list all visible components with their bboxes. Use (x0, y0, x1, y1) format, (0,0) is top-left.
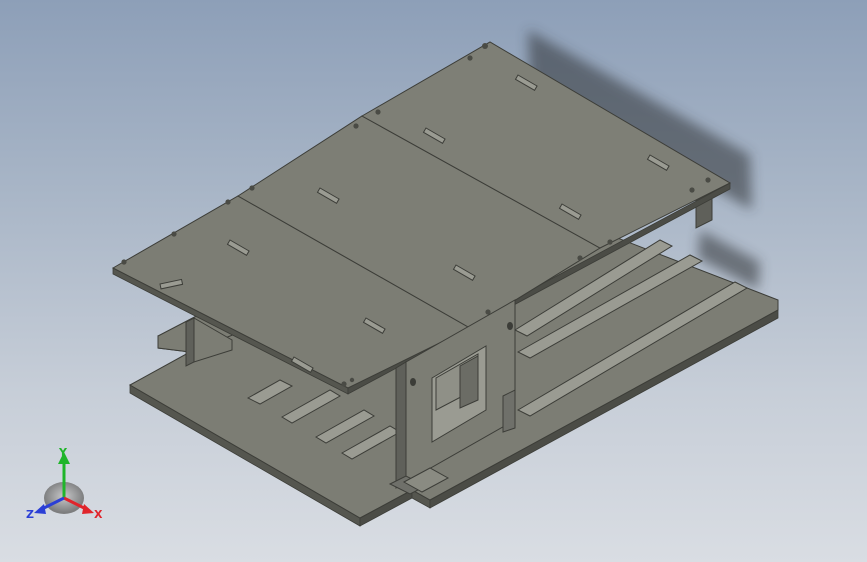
y-axis-label: Y (58, 446, 68, 459)
z-axis-label: Z (26, 508, 34, 521)
orientation-triad: Y X Z (26, 446, 103, 521)
x-axis-label: X (94, 508, 103, 521)
assembly-model[interactable] (0, 0, 867, 562)
cad-viewport[interactable]: Y X Z (0, 0, 867, 562)
